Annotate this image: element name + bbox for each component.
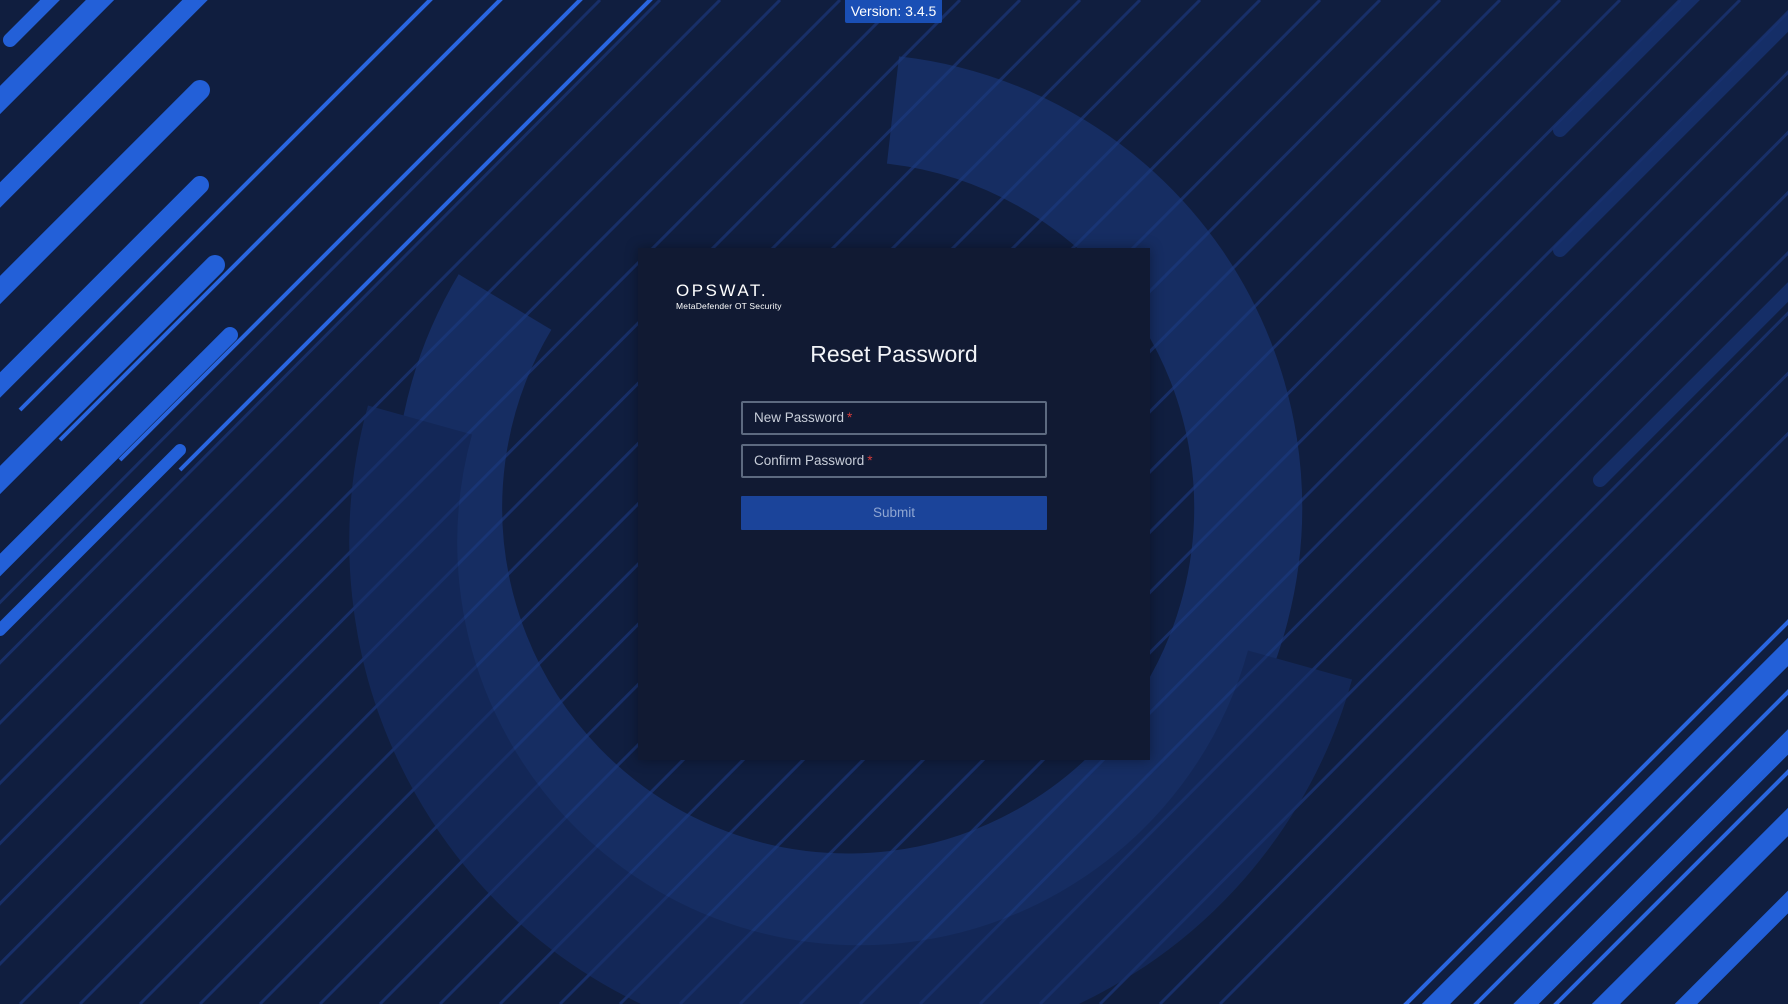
login-page-background: Version: 3.4.5 OPSWAT. MetaDefender OT S… <box>0 0 1788 1004</box>
opswat-logo: OPSWAT. MetaDefender OT Security <box>676 282 782 311</box>
page-title: Reset Password <box>810 341 978 367</box>
logo-product-name: MetaDefender OT Security <box>676 301 782 311</box>
required-indicator: * <box>847 410 853 425</box>
reset-password-card: OPSWAT. MetaDefender OT Security Reset P… <box>638 248 1150 760</box>
submit-button[interactable]: Submit <box>741 496 1047 530</box>
new-password-label: New Password * <box>754 410 853 425</box>
confirm-password-field[interactable]: Confirm Password * <box>741 444 1047 478</box>
logo-wordmark: OPSWAT. <box>676 281 769 300</box>
required-indicator: * <box>867 453 873 468</box>
confirm-password-label: Confirm Password * <box>754 453 873 468</box>
new-password-field[interactable]: New Password * <box>741 401 1047 435</box>
version-badge: Version: 3.4.5 <box>845 0 942 23</box>
